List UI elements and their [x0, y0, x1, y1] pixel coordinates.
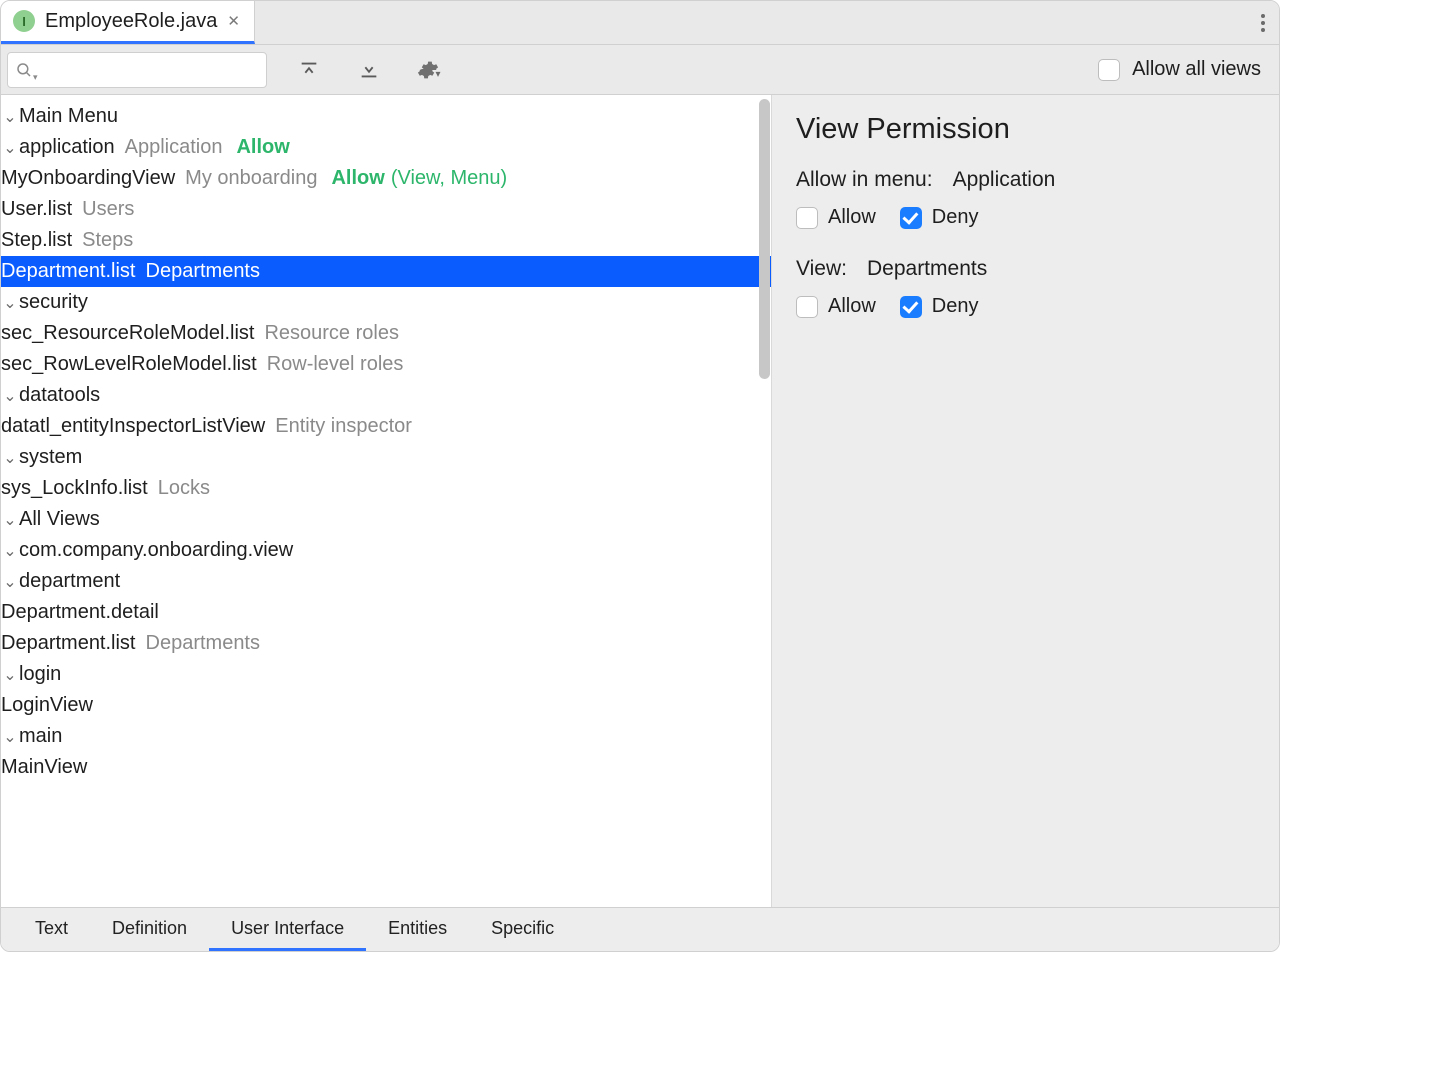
chevron-down-icon[interactable] — [1, 110, 19, 126]
chevron-down-icon[interactable] — [1, 451, 19, 467]
scrollbar-thumb[interactable] — [759, 99, 770, 379]
tree-node-department-list[interactable]: Department.listDepartments — [1, 628, 771, 659]
tree-node-row-level-roles[interactable]: sec_RowLevelRoleModel.listRow-level role… — [1, 349, 771, 380]
tree-node-security[interactable]: security — [1, 287, 771, 318]
file-tab-active[interactable]: I EmployeeRole.java ✕ — [1, 1, 255, 44]
search-input[interactable] — [7, 52, 267, 88]
allow-in-menu-label: Allow in menu: — [796, 168, 933, 192]
chevron-down-icon[interactable] — [1, 668, 19, 684]
view-allow-label: Allow — [828, 295, 876, 318]
menu-allow-label: Allow — [828, 206, 876, 229]
view-allow-checkbox[interactable] — [796, 296, 818, 318]
allow-all-views-label: Allow all views — [1132, 58, 1261, 81]
bottom-tab-strip: Text Definition User Interface Entities … — [1, 907, 1279, 951]
allow-all-views-checkbox[interactable] — [1098, 59, 1120, 81]
tab-specific[interactable]: Specific — [469, 908, 576, 951]
collapse-all-icon[interactable] — [351, 52, 387, 88]
tree-node-datatools[interactable]: datatools — [1, 380, 771, 411]
chevron-down-icon[interactable] — [1, 141, 19, 157]
views-toolbar: ▾ ▾ Allow all views — [1, 45, 1279, 95]
menu-allow-checkbox[interactable] — [796, 207, 818, 229]
menu-deny-checkbox[interactable] — [900, 207, 922, 229]
tree-node-step-list[interactable]: Step.listSteps — [1, 225, 771, 256]
tree-node-myonboardingview[interactable]: MyOnboardingViewMy onboardingAllow(View,… — [1, 163, 771, 194]
settings-gear-icon[interactable]: ▾ — [411, 52, 447, 88]
tree-node-department-detail[interactable]: Department.detail — [1, 597, 771, 628]
chevron-down-icon[interactable] — [1, 389, 19, 405]
tree-node-user-list[interactable]: User.listUsers — [1, 194, 771, 225]
views-tree-panel: Main Menu applicationApplicationAllow My… — [1, 95, 771, 907]
tab-strip-overflow-icon[interactable] — [1261, 14, 1265, 32]
view-name-value: Departments — [867, 257, 987, 281]
tab-text[interactable]: Text — [13, 908, 90, 951]
chevron-down-icon[interactable] — [1, 544, 19, 560]
java-interface-icon: I — [13, 10, 35, 32]
tree-node-main-group[interactable]: main — [1, 721, 771, 752]
allow-in-menu-value: Application — [953, 168, 1056, 192]
tree-node-login-group[interactable]: login — [1, 659, 771, 690]
view-name-label: View: — [796, 257, 847, 281]
tree-node-department-group[interactable]: department — [1, 566, 771, 597]
tree-node-system[interactable]: system — [1, 442, 771, 473]
view-deny-checkbox[interactable] — [900, 296, 922, 318]
tree-node-all-views[interactable]: All Views — [1, 504, 771, 535]
tab-definition[interactable]: Definition — [90, 908, 209, 951]
chevron-down-icon[interactable] — [1, 513, 19, 529]
tab-user-interface[interactable]: User Interface — [209, 908, 366, 951]
main-split: Main Menu applicationApplicationAllow My… — [1, 95, 1279, 907]
tree-node-package[interactable]: com.company.onboarding.view — [1, 535, 771, 566]
search-options-chevron-icon[interactable]: ▾ — [33, 72, 38, 83]
menu-deny-label: Deny — [932, 206, 979, 229]
tree-vertical-scrollbar[interactable] — [758, 95, 771, 907]
tree-node-locks[interactable]: sys_LockInfo.listLocks — [1, 473, 771, 504]
chevron-down-icon[interactable] — [1, 296, 19, 312]
tree-node-application[interactable]: applicationApplicationAllow — [1, 132, 771, 163]
chevron-down-icon[interactable] — [1, 575, 19, 591]
tree-node-department-list-selected[interactable]: Department.listDepartments — [1, 256, 771, 287]
tree-node-main-menu[interactable]: Main Menu — [1, 101, 771, 132]
tree-node-login-view[interactable]: LoginView — [1, 690, 771, 721]
tab-entities[interactable]: Entities — [366, 908, 469, 951]
chevron-down-icon[interactable] — [1, 730, 19, 746]
search-icon — [15, 61, 33, 79]
file-tab-label: EmployeeRole.java — [45, 10, 217, 33]
view-permission-panel: View Permission Allow in menu: Applicati… — [771, 95, 1279, 907]
view-deny-label: Deny — [932, 295, 979, 318]
close-tab-icon[interactable]: ✕ — [227, 12, 240, 30]
tree-node-main-view[interactable]: MainView — [1, 752, 771, 783]
panel-title: View Permission — [796, 113, 1255, 146]
tree-node-entity-inspector[interactable]: datatl_entityInspectorListViewEntity ins… — [1, 411, 771, 442]
tree-node-resource-roles[interactable]: sec_ResourceRoleModel.listResource roles — [1, 318, 771, 349]
expand-all-icon[interactable] — [291, 52, 327, 88]
editor-tab-strip: I EmployeeRole.java ✕ — [1, 1, 1279, 45]
